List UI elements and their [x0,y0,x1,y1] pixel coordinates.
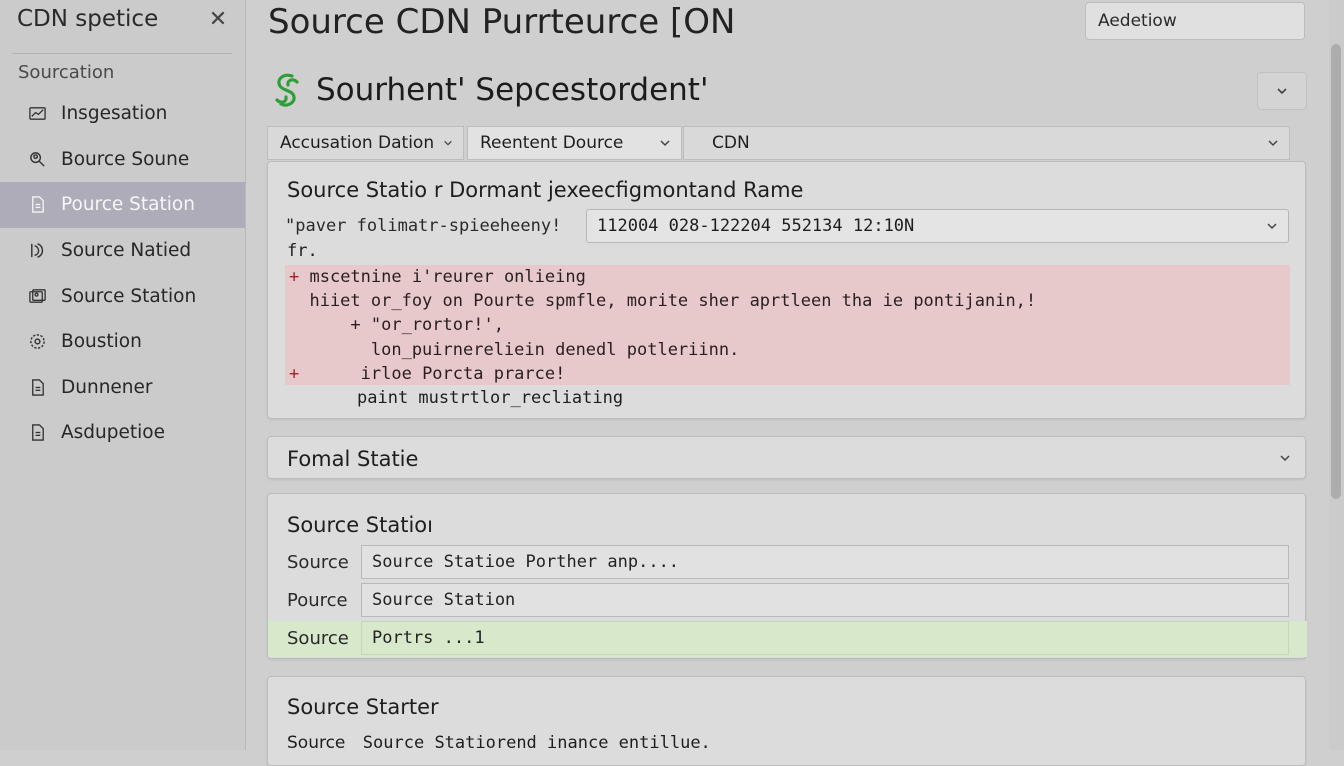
form-row: Source [268,545,1307,581]
sidebar-item-bource-soune[interactable]: Bource Soune [0,137,245,183]
sidebar-item-label: Insgesation [61,103,168,125]
diff-line: + mscetnine i'reurer onlieing [289,267,586,287]
close-icon[interactable]: ✕ [205,6,231,34]
gear-icon [27,332,47,352]
chevron-down-icon [1277,88,1287,95]
source-form-panel: Source Statioı Source Pource Source [267,493,1307,659]
image-stack-icon [27,286,47,306]
sidebar-item-label: Asdupetioe [61,422,165,444]
chevron-down-icon [660,140,670,147]
form-row-label: Source [287,552,349,573]
filter-bar: Accusation Dation Reentent Dource CDN [267,126,1290,160]
form-row-label: Source [287,628,349,649]
diff-plus-marker: + [289,364,300,384]
diff-line-text: mscetnine i'reurer onlieing [299,267,586,287]
filter-dropdown-cdn[interactable]: CDN [683,126,1290,160]
document-icon [27,423,47,443]
starter-row: Source Source Statiorend inance entillue… [287,733,711,753]
form-row-input[interactable] [361,545,1289,579]
diff-context-line: fr. [287,241,318,261]
chevron-down-icon [1267,223,1277,230]
sidebar-item-label: Bource Soune [61,148,190,170]
form-row-input[interactable] [361,621,1289,655]
search-input[interactable] [1085,2,1305,40]
diff-line-text: irloe Porcta prarce! [299,364,566,384]
diff-line: + "or_rortor!', [289,315,504,335]
diff-normal-line: paint mustrtlor_recliating [357,388,624,408]
diff-line-text: hiiet or_foy on Pourte spmfle, morite sh… [289,291,1037,311]
sidebar-item-label: Dunnener [61,376,153,398]
chevron-down-icon [444,140,452,146]
sidebar-item-label: Pource Station [61,194,195,216]
form-row: Pource [268,583,1307,619]
diff-plus-marker: + [289,267,300,287]
logo-swirl-icon [268,70,306,112]
chevron-down-icon[interactable] [1279,452,1291,464]
sidebar-item-label: Boustion [61,331,142,353]
section-title: Sourhent' Sepcestordent' [316,72,709,108]
filter-dropdown-accusation[interactable]: Accusation Dation [267,126,464,160]
document-icon [27,377,47,397]
diff-line: hiiet or_foy on Pourte spmfle, morite sh… [289,291,1036,311]
filter-dropdown-reentent[interactable]: Reentent Dource [467,126,682,160]
sidebar-item-source-natied[interactable]: Source Natied [0,228,245,274]
diff-removed-block: + mscetnine i'reurer onlieing hiiet or_f… [285,265,1290,385]
form-row-input[interactable] [361,583,1289,617]
filter-dropdown-label: Accusation Dation [280,133,435,153]
sidebar-title: CDN spetice [17,6,159,32]
diff-panel-title: Source Statio r Dormant jexeecfigmontand… [287,178,804,202]
sidebar-item-asdupetioe[interactable]: Asdupetioe [0,410,245,456]
chart-icon [27,104,47,124]
sidebar-item-source-station[interactable]: Source Station [0,273,245,319]
sidebar-item-insgesation[interactable]: Insgesation [0,91,245,137]
scrollbar[interactable] [1329,0,1344,750]
sidebar-item-boustion[interactable]: Boustion [0,319,245,365]
diff-label: "paver folimatr-spieeheeny! [285,216,562,236]
collapse-button[interactable] [1257,72,1307,110]
diff-line: lon_puirnereliein denedl potleriinn. [289,340,739,360]
diff-line-text: lon_puirnereliein denedl potleriinn. [289,340,740,360]
sidebar-list: Insgesation Bource Soune Pource Station … [0,91,245,456]
sidebar-item-label: Source Station [61,285,197,307]
starter-panel: Source Starter Source Source Statiorend … [267,676,1306,766]
document-icon [27,195,47,215]
starter-row-label: Source [287,733,346,753]
form-row-highlighted: Source [268,621,1307,657]
page-title: Source CDN Purrteurce [ON [268,2,736,42]
sidebar-section-label: Sourcation [18,62,115,83]
main-content: Source CDN Purrteurce [ON Sourhent' Sepc… [246,0,1344,766]
filter-dropdown-label: CDN [712,133,750,153]
diff-version-value: 112004 028-122204 552134 12:10N [597,216,915,236]
diff-panel: Source Statio r Dormant jexeecfigmontand… [267,161,1306,419]
formal-panel[interactable]: Fomal Statie [267,436,1306,479]
form-row-label: Pource [287,590,348,611]
source-form-title: Source Statioı [287,513,433,537]
filter-dropdown-label: Reentent Dource [480,133,624,153]
sound-wave-icon [27,241,47,261]
diff-version-select[interactable]: 112004 028-122204 552134 12:10N [586,209,1289,243]
formal-panel-title: Fomal Statie [287,447,419,471]
sidebar: CDN spetice ✕ Sourcation Insgesation Bou… [0,0,246,750]
diff-line: + irloe Porcta prarce! [289,364,565,384]
sidebar-item-pource-station[interactable]: Pource Station [0,182,245,228]
diff-line-text: + "or_rortor!', [289,315,504,335]
sidebar-divider [12,53,232,54]
sidebar-item-dunnener[interactable]: Dunnener [0,365,245,411]
sidebar-item-label: Source Natied [61,240,192,262]
search-user-icon [27,149,47,169]
starter-panel-title: Source Starter [287,695,439,719]
starter-row-value: Source Statiorend inance entillue. [362,733,711,753]
scrollbar-thumb[interactable] [1331,44,1341,499]
chevron-down-icon [1268,140,1278,147]
